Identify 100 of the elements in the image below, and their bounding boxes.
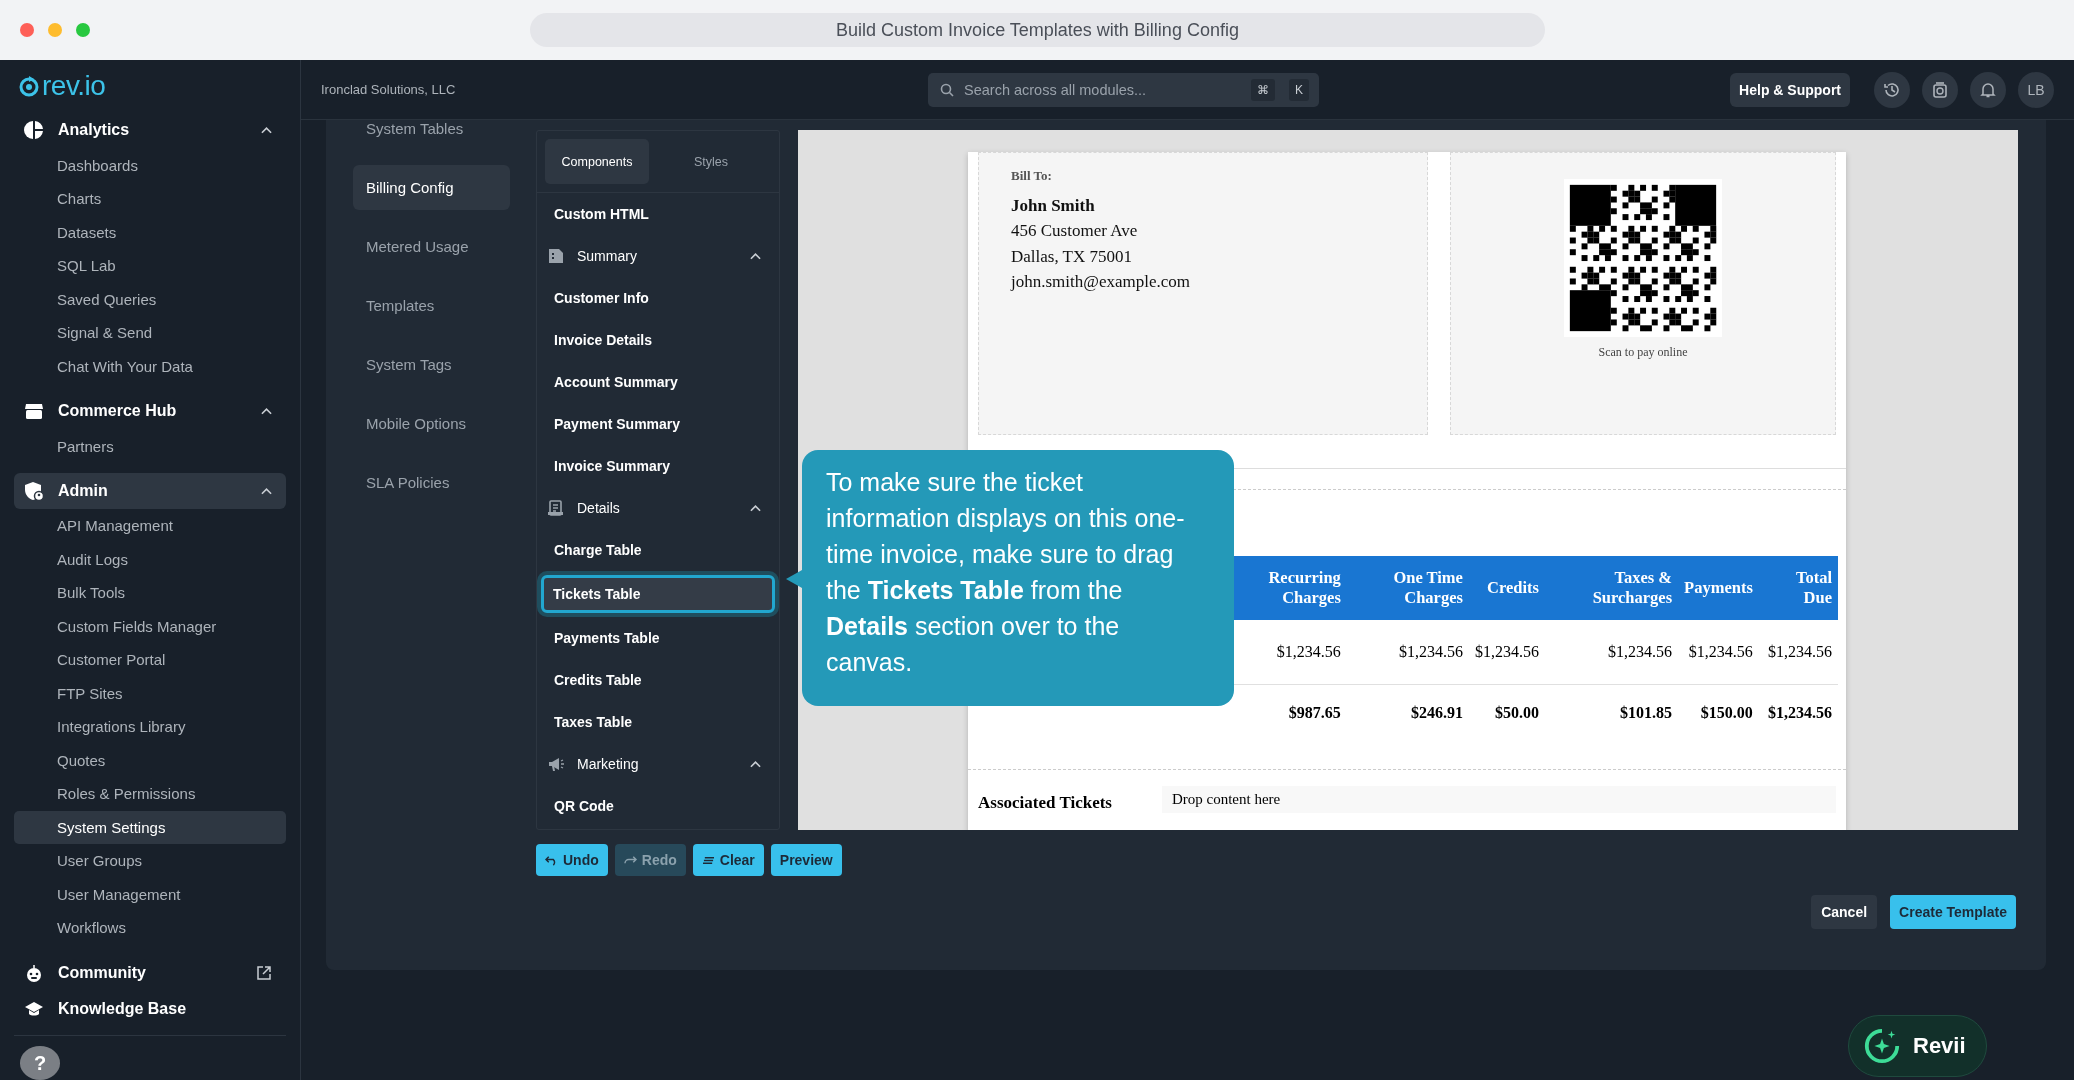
sidebar-item[interactable]: User Groups — [14, 844, 286, 878]
create-template-button[interactable]: Create Template — [1890, 895, 2016, 929]
sidebar-item[interactable]: Chat With Your Data — [14, 349, 286, 384]
history-button[interactable] — [1874, 71, 1910, 108]
sidebar-item[interactable]: Roles & Permissions — [14, 777, 286, 811]
chevron-icon[interactable] — [750, 252, 761, 260]
qr-caption: Scan to pay online — [1598, 345, 1688, 360]
settings-nav-item[interactable]: System Tables — [353, 106, 510, 151]
search-field[interactable]: Search across all modules... ⌘ K — [928, 72, 1319, 107]
receipt-icon — [547, 499, 565, 517]
sidebar-item[interactable]: FTP Sites — [14, 676, 286, 711]
sidebar-section[interactable]: Admin — [14, 472, 286, 510]
component-section[interactable]: Details — [537, 487, 779, 529]
chevron-icon[interactable] — [750, 760, 761, 768]
component-item[interactable]: Payments Table — [537, 617, 779, 659]
column-header: Taxes & Surcharges — [1544, 556, 1679, 620]
sidebar-section[interactable]: Analytics — [14, 112, 286, 149]
component-section[interactable]: Summary — [537, 235, 779, 277]
table-cell: $1,234.56 — [1346, 620, 1469, 685]
section-title: Associated Tickets — [978, 793, 1112, 813]
sidebar-item[interactable]: System Settings — [14, 810, 286, 845]
sidebar-item[interactable]: Quotes — [14, 743, 286, 778]
storefront-icon — [24, 401, 44, 422]
table-cell: $1,234.56 — [1468, 620, 1545, 685]
address-line: Dallas, TX 75001 — [1011, 245, 1134, 268]
component-item[interactable]: Custom HTML — [537, 193, 779, 235]
robot-mascot-icon — [24, 962, 44, 983]
sidebar-item[interactable]: Partners — [14, 429, 286, 463]
column-header: One Time Charges — [1346, 556, 1469, 620]
chevron-icon[interactable] — [261, 126, 272, 135]
component-item[interactable]: Invoice Details — [537, 319, 779, 361]
sidebar-item[interactable]: Saved Queries — [14, 282, 286, 317]
sidebar-item[interactable]: Audit Logs — [14, 542, 286, 577]
settings-nav-item[interactable]: SLA Policies — [353, 460, 510, 505]
sidebar-item[interactable]: Custom Fields Manager — [14, 609, 286, 644]
sidebar-item[interactable]: SQL Lab — [14, 249, 286, 283]
sidebar-section[interactable]: Commerce Hub — [14, 393, 286, 430]
sidebar-item[interactable]: Charts — [14, 182, 286, 216]
settings-nav-item[interactable]: Metered Usage — [353, 224, 510, 269]
chevron-icon[interactable] — [261, 407, 272, 416]
settings-nav-item[interactable]: Templates — [353, 283, 510, 328]
table-cell: $50.00 — [1468, 684, 1545, 741]
settings-nav-item[interactable]: System Tags — [353, 342, 510, 387]
help-support-button[interactable]: Help & Support — [1730, 72, 1850, 107]
notifications-button[interactable] — [1970, 71, 2006, 108]
sidebar-item[interactable]: Bulk Tools — [14, 576, 286, 610]
shortcut-key: ⌘ — [1251, 78, 1275, 101]
close-window-button[interactable] — [20, 23, 34, 37]
preview-button[interactable]: Preview — [770, 844, 842, 876]
undo-icon — [545, 854, 558, 866]
pie-chart-icon — [24, 120, 44, 141]
shortcut-key: K — [1289, 78, 1309, 101]
tooltip-pointer — [784, 570, 802, 588]
panel-tab[interactable]: Components — [545, 139, 649, 184]
sidebar-item[interactable]: Workflows — [14, 911, 286, 945]
shield-user-icon — [24, 481, 44, 501]
table-cell: $246.91 — [1346, 684, 1469, 741]
help-button[interactable]: ? — [20, 1046, 60, 1080]
settings-nav-item[interactable]: Billing Config — [353, 165, 510, 210]
clock-box-icon — [1931, 80, 1949, 99]
component-item[interactable]: Credits Table — [537, 659, 779, 701]
table-cell: $150.00 — [1678, 684, 1759, 741]
sidebar-item[interactable]: User Management — [14, 877, 286, 912]
table-cell: $1,234.56 — [1758, 620, 1838, 685]
component-section[interactable]: Marketing — [537, 743, 779, 785]
chevron-icon[interactable] — [750, 504, 761, 512]
chevron-icon[interactable] — [261, 487, 272, 495]
component-item[interactable]: Account Summary — [537, 361, 779, 403]
table-cell: $1,234.56 — [1544, 620, 1679, 685]
logo[interactable]: rev.io — [14, 60, 286, 113]
component-item[interactable]: Invoice Summary — [537, 445, 779, 487]
address-line: 456 Customer Ave — [1011, 220, 1139, 242]
component-item[interactable]: Charge Table — [537, 529, 779, 571]
sidebar-item[interactable]: Customer Portal — [14, 643, 286, 677]
column-header: Payments — [1678, 556, 1759, 620]
sidebar-item[interactable]: Integrations Library — [14, 710, 286, 744]
assistant-button[interactable]: Revii — [1848, 1015, 1987, 1077]
clear-button[interactable]: Clear — [692, 844, 764, 876]
scheduler-button[interactable] — [1922, 71, 1958, 108]
sidebar-item[interactable]: Signal & Send — [14, 316, 286, 350]
sidebar-item[interactable]: Dashboards — [14, 148, 286, 183]
sidebar-link[interactable]: Community — [14, 954, 286, 991]
column-header: Credits — [1468, 556, 1545, 620]
table-cell: $1,234.56 — [1678, 620, 1759, 685]
component-item[interactable]: Taxes Table — [537, 701, 779, 743]
undo-button[interactable]: Undo — [536, 844, 608, 876]
bill-to-label: Bill To: — [1011, 167, 1053, 185]
sidebar-item[interactable]: Datasets — [14, 215, 286, 250]
cancel-button[interactable]: Cancel — [1811, 895, 1878, 929]
sidebar-item[interactable]: API Management — [14, 509, 286, 543]
sidebar-link[interactable]: Knowledge Base — [14, 990, 286, 1028]
settings-nav-item[interactable]: Mobile Options — [353, 401, 510, 446]
sparkle-refresh-icon — [1863, 1027, 1901, 1065]
component-item[interactable]: QR Code — [537, 785, 779, 827]
drop-zone: Drop content here — [1161, 786, 1836, 813]
component-item[interactable]: Customer Info — [537, 277, 779, 319]
table-cell: $101.85 — [1544, 684, 1679, 741]
component-item[interactable]: Payment Summary — [537, 403, 779, 445]
panel-tab[interactable]: Styles — [659, 139, 763, 184]
user-avatar[interactable]: LB — [2018, 71, 2054, 108]
